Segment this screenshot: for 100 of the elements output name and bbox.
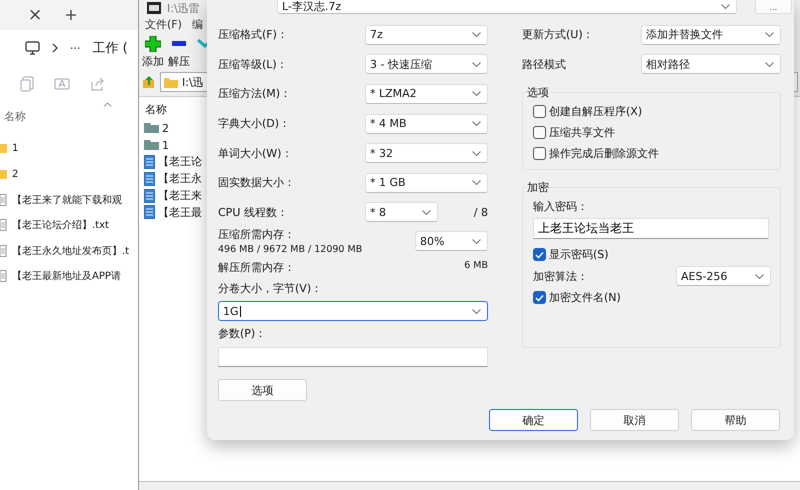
file-name[interactable]: 【老王来了就能下载和观 — [12, 192, 122, 207]
chevron-down-icon — [765, 62, 774, 67]
dropdown[interactable]: * 4 MB — [365, 114, 488, 134]
field-label: 压缩等级(L)： — [218, 56, 289, 72]
browse-button[interactable]: ... — [755, 0, 792, 14]
chevron-right-icon — [52, 43, 58, 53]
dropdown[interactable]: * LZMA2 — [365, 84, 488, 104]
file-name[interactable]: 【老王最新地址及APP请 — [12, 269, 121, 284]
file-name[interactable]: 1 — [162, 138, 169, 152]
field-label: 字典大小(D)： — [218, 116, 292, 132]
dialog-button[interactable]: 帮助 — [691, 409, 780, 431]
archive-app-icon — [147, 2, 161, 14]
field-label: 参数(P)： — [218, 326, 268, 342]
dropdown[interactable]: * 32 — [365, 143, 488, 164]
more-button[interactable]: ··· — [70, 42, 80, 54]
chevron-down-icon — [472, 180, 481, 186]
dropdown[interactable]: * 1 GB — [365, 172, 488, 193]
file-name[interactable]: 【老王最 — [158, 204, 202, 220]
file-name[interactable]: 【老王来 — [158, 188, 202, 204]
group-title: 加密 — [527, 180, 549, 195]
dropdown[interactable]: 相对路径 — [641, 54, 781, 74]
file-name[interactable]: 1 — [12, 143, 18, 154]
chevron-down-icon — [472, 121, 481, 126]
file-name[interactable]: 2 — [12, 168, 18, 180]
monitor-icon[interactable] — [25, 41, 40, 55]
file-name[interactable]: 【老王永 — [158, 171, 202, 186]
checkbox-label: 显示密码(S) — [549, 247, 609, 262]
chevron-down-icon — [472, 32, 481, 38]
checkbox[interactable] — [533, 248, 546, 261]
memory-value: 6 MB — [464, 260, 488, 274]
parameters-field[interactable] — [218, 347, 488, 368]
toolbar-button[interactable]: 添加 — [141, 36, 165, 70]
chevron-down-icon — [472, 238, 481, 244]
field-label: 输入密码： — [533, 199, 589, 214]
column-header[interactable]: 名称 — [0, 107, 30, 132]
folder-icon — [0, 170, 7, 179]
plus-icon — [145, 36, 161, 52]
field-label: 固实数据大小： — [218, 175, 296, 190]
field-label: 压缩所需内存： — [218, 227, 296, 242]
toolbar-button[interactable]: 解压 — [167, 36, 191, 70]
chevron-down-icon — [765, 32, 774, 38]
dropdown[interactable]: 7z — [365, 24, 488, 45]
dropdown[interactable]: 80% — [415, 231, 488, 252]
chevron-down-icon — [755, 274, 764, 278]
folder-icon — [164, 76, 178, 88]
dialog-button[interactable]: 确定 — [489, 409, 578, 431]
chevron-down-icon — [472, 150, 481, 156]
checkbox[interactable] — [533, 126, 546, 139]
field-label: 单词大小(W)： — [218, 146, 294, 161]
password-field[interactable]: 上老王论坛当老王 — [533, 218, 769, 239]
document-icon — [144, 172, 155, 186]
dropdown[interactable]: AES-256 — [676, 266, 771, 286]
window-title: I:\迅雷 — [167, 0, 200, 16]
options-button[interactable]: 选项 — [218, 379, 307, 402]
document-icon — [144, 205, 155, 220]
new-tab-button[interactable]: + — [64, 7, 78, 23]
field-label: 分卷大小，字节(V)： — [218, 281, 324, 296]
document-icon — [144, 188, 155, 203]
memory-usage: 496 MB / 9672 MB / 12090 MB — [218, 244, 362, 256]
field-label: 压缩方法(M)： — [218, 86, 292, 102]
file-name[interactable]: 【老王论 — [158, 154, 202, 170]
chevron-down-icon — [472, 308, 481, 314]
chevron-down-icon — [721, 4, 730, 9]
folder-icon — [144, 123, 159, 134]
checkbox-label: 压缩共享文件 — [549, 125, 615, 140]
thread-count: / 8 — [474, 206, 488, 219]
folder-icon — [0, 144, 7, 154]
close-tab-button[interactable]: × — [28, 6, 42, 24]
field-label: 更新方式(U)： — [522, 27, 594, 42]
file-name[interactable]: 【老王论坛介绍】.txt — [12, 218, 109, 232]
field-label: 压缩格式(F)： — [218, 27, 289, 42]
archive-name-field[interactable]: L-李汉志.7z — [277, 0, 737, 14]
file-name[interactable]: 【老王永久地址发布页】.t — [12, 244, 130, 258]
chevron-down-icon — [422, 210, 431, 215]
checkbox-label: 操作完成后删除源文件 — [549, 146, 659, 161]
dropdown[interactable]: * 8 — [365, 202, 438, 222]
group-title: 选项 — [527, 85, 549, 100]
field-label: 路径模式 — [522, 56, 566, 72]
dropdown[interactable]: 3 - 快速压缩 — [365, 54, 488, 74]
up-folder-icon[interactable] — [142, 75, 156, 89]
dialog-button[interactable]: 取消 — [590, 409, 679, 431]
checkbox-label: 创建自解压程序(X) — [549, 104, 642, 119]
folder-icon — [144, 140, 159, 150]
file-name[interactable]: 2 — [162, 122, 169, 135]
volume-size-field[interactable]: 1G — [218, 301, 488, 322]
checkbox[interactable] — [533, 147, 546, 160]
sort-caret-icon — [103, 102, 112, 107]
checkbox[interactable] — [533, 105, 546, 118]
menu-item[interactable]: 编 — [192, 16, 203, 32]
checkbox[interactable] — [533, 291, 546, 304]
column-header[interactable]: 名称 — [139, 101, 173, 120]
field-label: 加密算法： — [533, 268, 588, 284]
chevron-down-icon — [472, 62, 481, 67]
dropdown[interactable]: 添加并替换文件 — [641, 24, 781, 45]
checkbox-label: 加密文件名(N) — [549, 290, 621, 305]
field-label: CPU 线程数： — [218, 204, 289, 220]
menu-item[interactable]: 文件(F) — [145, 16, 182, 32]
chevron-down-icon — [472, 91, 481, 96]
breadcrumb-folder[interactable]: 工作 ( — [92, 39, 128, 57]
field-label: 解压所需内存： — [218, 260, 295, 276]
